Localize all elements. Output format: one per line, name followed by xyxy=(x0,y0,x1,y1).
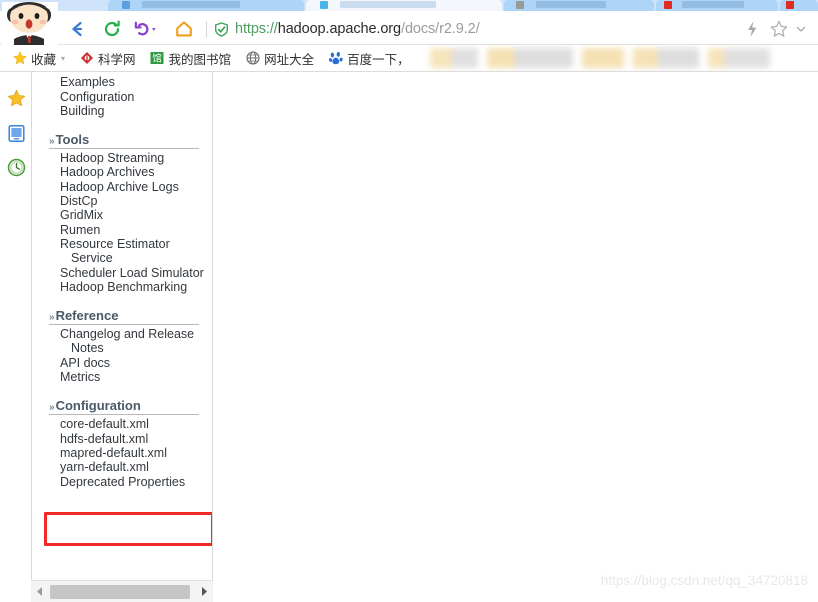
sidebar-section-header: » Configuration xyxy=(49,398,199,416)
sidebar-link[interactable]: Scheduler Load Simulator xyxy=(32,266,207,280)
tab-strip xyxy=(0,0,818,11)
address-bar[interactable]: https://hadoop.apache.org/docs/r2.9.2/ xyxy=(214,17,480,41)
bookmark-redacted[interactable] xyxy=(486,48,573,68)
svg-text:馆: 馆 xyxy=(152,53,162,65)
sidebar-link[interactable]: Configuration xyxy=(32,90,212,104)
sidebar-link[interactable]: DistCp xyxy=(32,194,212,208)
flash-icon[interactable] xyxy=(741,18,763,40)
page-viewport: OverviewExamplesConfigurationBuilding»To… xyxy=(0,72,818,602)
chevron-down-icon[interactable]: ▾ xyxy=(61,54,65,63)
sidebar-section-title: Reference xyxy=(55,308,119,324)
bookmark-library[interactable]: 馆 我的图书馆 xyxy=(150,47,232,69)
sidebar-link[interactable]: Hadoop Streaming xyxy=(32,151,212,165)
section-arrow-icon: » xyxy=(49,402,54,414)
sidebar-horizontal-scrollbar[interactable] xyxy=(31,580,213,602)
secure-lock-icon xyxy=(214,21,229,37)
bookmark-baidu[interactable]: 百度一下， xyxy=(328,47,410,69)
scrollbar-thumb[interactable] xyxy=(50,584,190,599)
tab-4-title-fragment xyxy=(682,1,744,8)
chevron-down-icon[interactable] xyxy=(790,18,812,40)
sidebar-link[interactable]: API docs xyxy=(32,356,212,370)
bookmark-redacted[interactable] xyxy=(707,48,770,68)
red-highlight-annotation xyxy=(44,512,212,546)
bookmark-redacted[interactable] xyxy=(429,48,478,68)
diamond-icon xyxy=(79,51,94,66)
bookmarks-star-icon[interactable] xyxy=(6,88,26,108)
browser-window: https://hadoop.apache.org/docs/r2.9.2/ 收… xyxy=(0,0,818,602)
tab-1-title-fragment xyxy=(142,1,240,8)
doc-sidebar-content: OverviewExamplesConfigurationBuilding»To… xyxy=(32,72,212,489)
baidu-icon xyxy=(328,51,343,66)
scroll-right-arrow-icon[interactable] xyxy=(196,581,213,602)
back-button[interactable] xyxy=(66,17,90,41)
history-dropdown-button[interactable] xyxy=(134,17,158,41)
sidebar-link[interactable]: mapred-default.xml xyxy=(32,446,212,460)
avatar[interactable] xyxy=(2,2,58,49)
section-arrow-icon: » xyxy=(49,312,54,324)
sidebar-section-header: » Tools xyxy=(49,132,199,150)
sidebar-link[interactable]: Rumen xyxy=(32,223,212,237)
tab-2-favicon xyxy=(320,1,328,9)
tab-3-favicon xyxy=(516,1,524,9)
scroll-left-arrow-icon[interactable] xyxy=(31,581,48,602)
sidebar-section-title: Tools xyxy=(55,132,90,148)
tab-5-favicon xyxy=(786,1,794,9)
url-path: /docs/r2.9.2/ xyxy=(401,21,480,37)
home-button[interactable] xyxy=(172,17,196,41)
side-rail xyxy=(0,72,31,602)
watermark-text: https://blog.csdn.net/qq_34720818 xyxy=(600,573,808,588)
section-arrow-icon: » xyxy=(49,136,54,148)
globe-icon xyxy=(245,51,260,66)
history-clock-icon[interactable] xyxy=(6,157,26,177)
bookmark-label: 百度一下， xyxy=(347,52,410,67)
bookmark-star-icon[interactable] xyxy=(768,18,790,40)
url-scheme: https:// xyxy=(235,21,278,37)
sidebar-link[interactable]: Resource Estimator Service xyxy=(32,237,207,266)
sidebar-link[interactable]: Changelog and Release Notes xyxy=(32,327,207,356)
sidebar-link[interactable]: GridMix xyxy=(32,208,212,222)
url-text: https://hadoop.apache.org/docs/r2.9.2/ xyxy=(235,21,480,37)
bookmark-redacted[interactable] xyxy=(581,48,624,68)
sidebar-link[interactable]: Hadoop Archive Logs xyxy=(32,180,212,194)
sidebar-link[interactable]: Examples xyxy=(32,75,212,89)
sidebar-link[interactable]: Building xyxy=(32,104,212,118)
tab-4-favicon xyxy=(664,1,672,9)
tab-3-title-fragment xyxy=(536,1,606,8)
omnibox-separator xyxy=(206,21,207,38)
tab-2-title-fragment xyxy=(340,1,436,8)
sidebar-link[interactable]: core-default.xml xyxy=(32,417,212,431)
bookmark-favorites[interactable]: 收藏 ▾ xyxy=(12,47,65,69)
sidebar-section-title: Configuration xyxy=(55,398,141,414)
tab-1-favicon xyxy=(122,1,130,9)
scrollbar-track[interactable] xyxy=(48,580,196,602)
reload-button[interactable] xyxy=(100,17,124,41)
sidebar-link[interactable]: Deprecated Properties xyxy=(32,475,212,489)
sidebar-section-header: » Reference xyxy=(49,308,199,326)
bookmark-hao123[interactable]: 网址大全 xyxy=(245,47,314,69)
bookmark-redacted[interactable] xyxy=(632,48,699,68)
bookmark-label: 科学网 xyxy=(98,52,136,67)
doc-sidebar: OverviewExamplesConfigurationBuilding»To… xyxy=(31,72,213,602)
library-icon: 馆 xyxy=(150,51,165,66)
bookmarks-bar: 收藏 ▾ 科学网 馆 我的图书馆 网址大全 百度一下， xyxy=(0,45,818,72)
browser-toolbar: https://hadoop.apache.org/docs/r2.9.2/ xyxy=(0,2,818,49)
sidebar-link[interactable]: Hadoop Benchmarking xyxy=(32,280,212,294)
sidebar-link[interactable]: yarn-default.xml xyxy=(32,460,212,474)
bookmark-label: 网址大全 xyxy=(264,52,315,67)
star-icon xyxy=(12,51,27,66)
sidebar-link[interactable]: Hadoop Archives xyxy=(32,165,212,179)
url-host: hadoop.apache.org xyxy=(277,21,402,37)
bookmark-label: 收藏 xyxy=(31,52,57,67)
sidebar-link[interactable]: hdfs-default.xml xyxy=(32,432,212,446)
bookmark-label: 我的图书馆 xyxy=(168,52,232,67)
sidebar-link[interactable]: Metrics xyxy=(32,370,212,384)
bookmark-kexue[interactable]: 科学网 xyxy=(79,47,136,69)
reading-panel-icon[interactable] xyxy=(6,123,26,143)
